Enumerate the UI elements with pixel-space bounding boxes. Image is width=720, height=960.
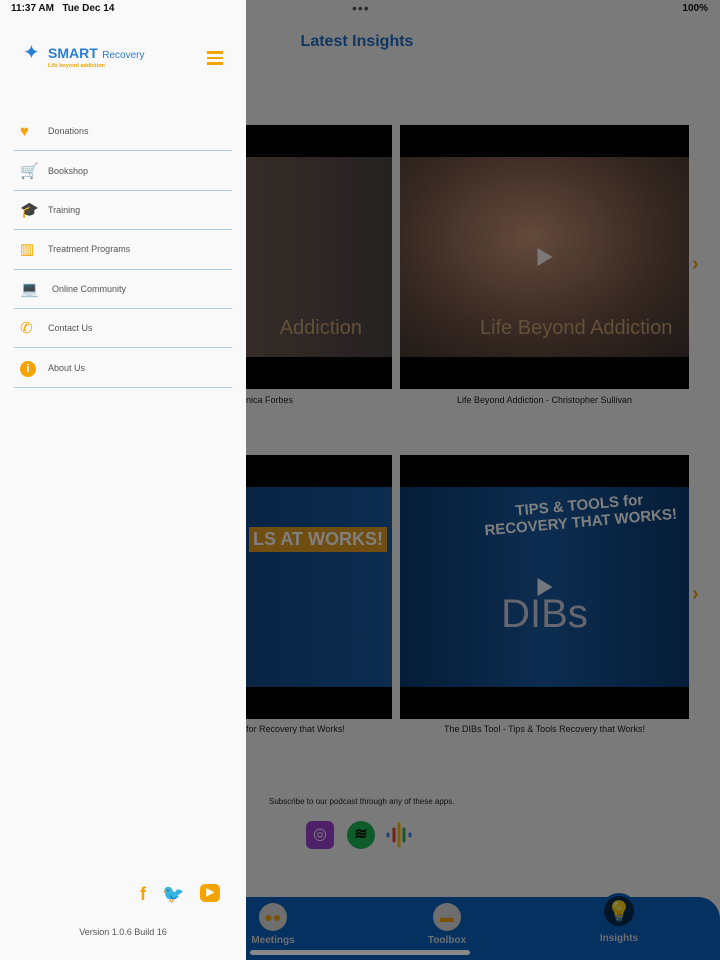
menu-item-online-community[interactable]: 💻 Online Community	[14, 270, 232, 309]
info-icon: i	[14, 359, 48, 377]
social-links: f 🐦 ▶	[140, 884, 221, 905]
status-time: 11:37 AM Tue Dec 14	[11, 3, 115, 14]
menu-item-about-us[interactable]: i About Us	[14, 348, 232, 388]
home-indicator	[250, 950, 470, 955]
twitter-icon[interactable]: 🐦	[162, 884, 184, 905]
version-text: Version 1.0.6 Build 16	[79, 927, 167, 937]
drawer-menu: ♥ Donations 🛒 Bookshop 🎓 Training ▥ Treatmen…	[14, 112, 232, 388]
facebook-icon[interactable]: f	[140, 884, 146, 905]
heart-hand-icon: ♥	[20, 122, 29, 140]
menu-item-treatment-programs[interactable]: ▥ Treatment Programs	[14, 230, 232, 270]
graduation-cap-icon: 🎓	[20, 201, 39, 219]
building-icon: ▥	[20, 241, 35, 259]
laptop-user-icon: 💻	[20, 280, 39, 298]
logo-star-icon: ✦	[23, 42, 40, 64]
menu-item-contact-us[interactable]: ✆ Contact Us	[14, 309, 232, 349]
menu-item-donations[interactable]: ♥ Donations	[14, 112, 232, 152]
hamburger-menu-icon[interactable]	[207, 51, 223, 65]
menu-item-bookshop[interactable]: 🛒 Bookshop	[14, 151, 232, 191]
menu-item-training[interactable]: 🎓 Training	[14, 191, 232, 231]
side-drawer: 11:37 AM Tue Dec 14 ✦ SMART Recovery Lif…	[0, 0, 246, 960]
youtube-icon[interactable]: ▶	[200, 884, 221, 902]
phone-icon: ✆	[20, 320, 33, 338]
cart-icon: 🛒	[20, 162, 39, 180]
